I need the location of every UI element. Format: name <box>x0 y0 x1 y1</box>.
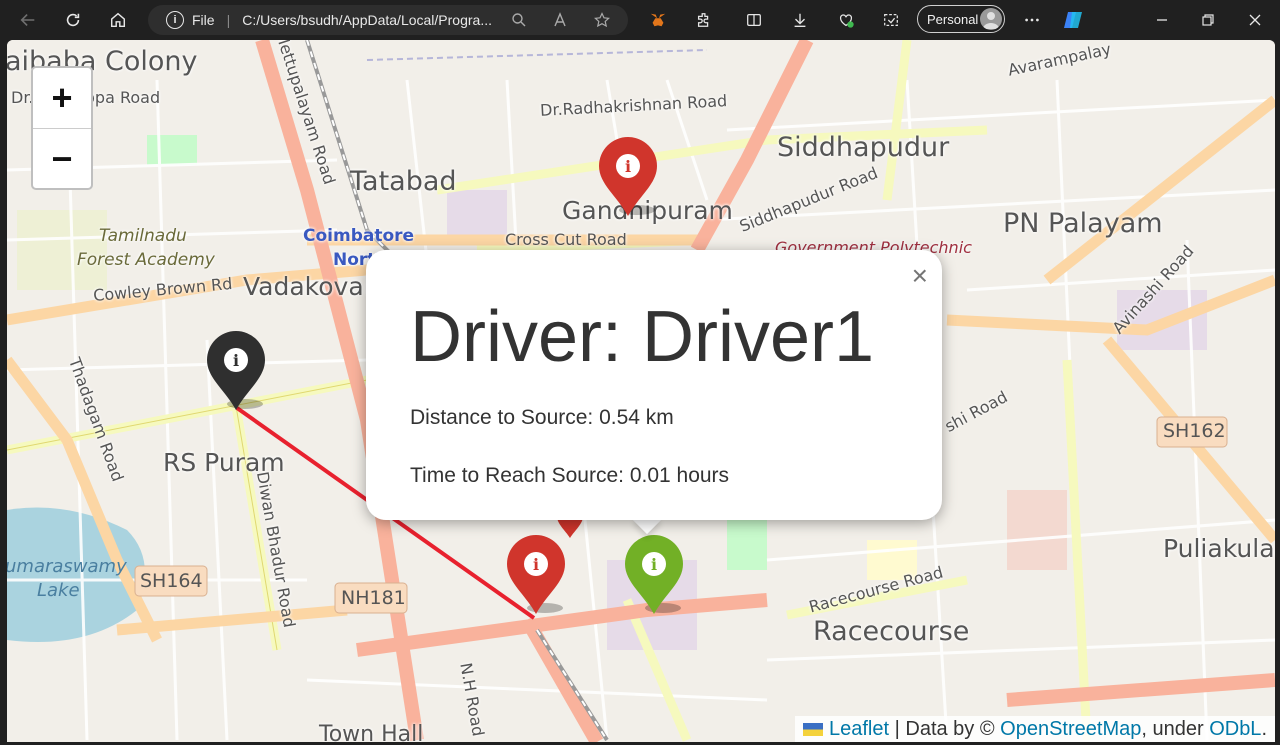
minimize-icon[interactable] <box>1148 6 1176 34</box>
svg-text:i: i <box>651 555 657 574</box>
favorite-star-icon[interactable] <box>594 12 610 28</box>
back-icon[interactable] <box>12 4 44 36</box>
place-label: Tamilnadu <box>99 226 187 246</box>
map-container[interactable]: aibaba Colony Dr. Nanjappa Road Dr.Radha… <box>7 40 1275 742</box>
road-shield: SH164 <box>140 570 203 592</box>
place-label: Racecourse <box>813 616 970 647</box>
extensions-icon[interactable] <box>688 4 720 36</box>
place-label: Town Hall <box>319 722 424 742</box>
road-shield: NH181 <box>341 587 406 609</box>
zoom-in-button[interactable]: + <box>33 68 91 128</box>
address-bar[interactable]: i File | C:/Users/bsudh/AppData/Local/Pr… <box>148 5 628 35</box>
attribution-text: . <box>1261 717 1267 740</box>
attribution-text: | Data by © <box>889 717 1001 740</box>
close-icon[interactable]: × <box>912 262 928 290</box>
place-label: Cross Cut Road <box>505 230 627 249</box>
popup-title: Driver: Driver1 <box>410 297 875 377</box>
browser-toolbar: i File | C:/Users/bsudh/AppData/Local/Pr… <box>0 0 1280 40</box>
ukraine-flag-icon <box>803 722 823 736</box>
address-scheme: File <box>192 12 215 28</box>
more-options-icon[interactable] <box>1016 4 1048 36</box>
map-marker-green[interactable]: i <box>623 534 685 616</box>
downloads-icon[interactable] <box>784 4 816 36</box>
popup-time: Time to Reach Source: 0.01 hours <box>410 464 730 487</box>
metamask-extension-icon[interactable] <box>642 4 674 36</box>
svg-text:i: i <box>533 555 539 574</box>
odbl-link[interactable]: ODbL <box>1209 718 1261 741</box>
map-marker-black-rs-puram[interactable]: i <box>205 330 267 412</box>
leaflet-link[interactable]: Leaflet <box>829 718 889 741</box>
svg-text:i: i <box>233 351 239 370</box>
map-marker-red-gandhipuram[interactable]: i <box>597 136 659 218</box>
read-aloud-icon[interactable] <box>553 12 569 28</box>
place-label: Coimbatore <box>303 226 415 246</box>
place-label: umaraswamy <box>7 556 127 577</box>
info-icon[interactable]: i <box>166 11 184 29</box>
refresh-icon[interactable] <box>57 4 89 36</box>
popup-distance: Distance to Source: 0.54 km <box>410 406 674 429</box>
place-label: PN Palayam <box>1003 208 1163 239</box>
close-window-icon[interactable] <box>1241 6 1269 34</box>
zoom-control: + − <box>31 66 93 190</box>
zoom-page-icon[interactable] <box>511 12 527 28</box>
osm-link[interactable]: OpenStreetMap <box>1000 718 1141 741</box>
driver-popup: × Driver: Driver1 Distance to Source: 0.… <box>366 250 942 520</box>
place-label: Siddhapudur <box>777 132 950 163</box>
map-attribution: Leaflet | Data by © OpenStreetMap , unde… <box>795 716 1275 742</box>
map-marker-red-station[interactable]: i <box>505 534 567 616</box>
place-label: Forest Academy <box>77 250 215 270</box>
place-label: Lake <box>37 580 80 601</box>
restore-icon[interactable] <box>1194 6 1222 34</box>
place-label: Puliakulam <box>1163 534 1275 563</box>
zoom-out-button[interactable]: − <box>33 128 91 189</box>
attribution-text: , under <box>1141 717 1210 740</box>
avatar <box>980 8 1002 30</box>
road-shield: SH162 <box>1163 420 1226 442</box>
copilot-icon[interactable] <box>1058 4 1090 36</box>
split-screen-icon[interactable] <box>738 4 770 36</box>
address-url[interactable]: C:/Users/bsudh/AppData/Local/Progra... <box>242 12 502 28</box>
home-icon[interactable] <box>102 4 134 36</box>
profile-button[interactable]: Personal <box>917 5 1005 33</box>
browser-essentials-icon[interactable] <box>830 4 862 36</box>
address-separator: | <box>226 12 231 28</box>
svg-text:i: i <box>625 157 631 176</box>
place-label: Vadakovai <box>243 272 371 301</box>
place-label: Tatabad <box>350 166 457 197</box>
profile-label: Personal <box>927 11 979 27</box>
screenshot-icon[interactable] <box>875 4 907 36</box>
